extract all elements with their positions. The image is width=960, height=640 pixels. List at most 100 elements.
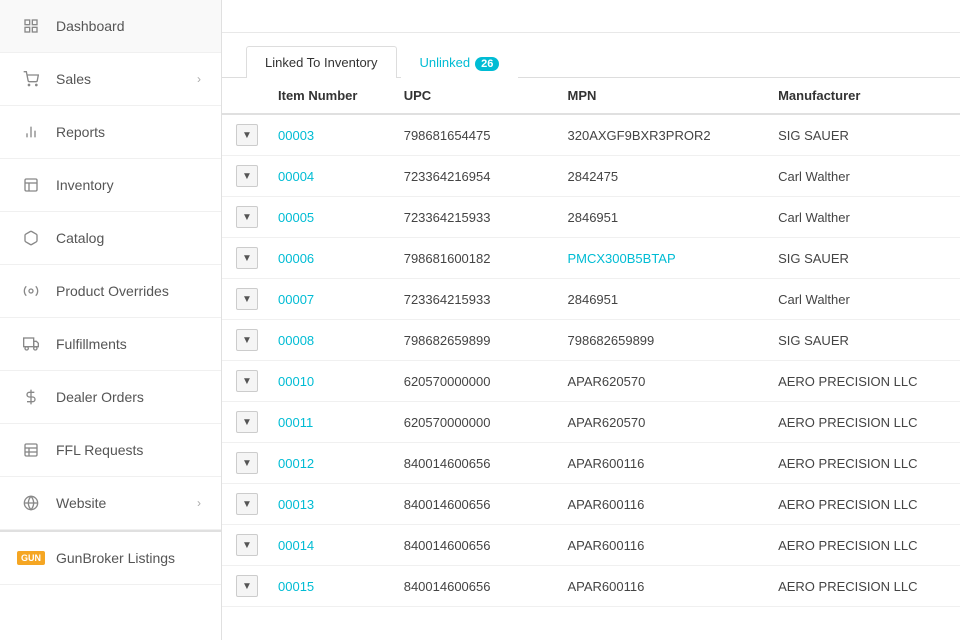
expand-button[interactable]: ▼ bbox=[236, 206, 258, 228]
cell-upc: 723364215933 bbox=[390, 279, 554, 320]
sidebar-item-label-sales: Sales bbox=[56, 71, 197, 87]
expand-button[interactable]: ▼ bbox=[236, 411, 258, 433]
expand-button[interactable]: ▼ bbox=[236, 288, 258, 310]
tab-linked[interactable]: Linked To Inventory bbox=[246, 46, 397, 78]
sidebar-item-label-gunbroker-listings: GunBroker Listings bbox=[56, 550, 201, 566]
table-row: ▼ 00003 798681654475320AXGF9BXR3PROR2SIG S… bbox=[222, 114, 960, 156]
sidebar-item-gunbroker-listings[interactable]: GUN GunBroker Listings bbox=[0, 530, 221, 585]
expand-cell: ▼ bbox=[222, 197, 264, 238]
item-number-link[interactable]: 00003 bbox=[278, 128, 314, 143]
item-number-link[interactable]: 00004 bbox=[278, 169, 314, 184]
main-content: Linked To InventoryUnlinked26 Item Numbe… bbox=[222, 0, 960, 640]
cell-mpn: 2846951 bbox=[554, 279, 765, 320]
cell-mpn: 2842475 bbox=[554, 156, 765, 197]
dashboard-icon bbox=[20, 18, 42, 34]
cell-mpn: APAR600116 bbox=[554, 525, 765, 566]
expand-cell: ▼ bbox=[222, 402, 264, 443]
expand-button[interactable]: ▼ bbox=[236, 575, 258, 597]
sidebar-item-catalog[interactable]: Catalog bbox=[0, 212, 221, 265]
sidebar-item-dealer-orders[interactable]: Dealer Orders bbox=[0, 371, 221, 424]
expand-button[interactable]: ▼ bbox=[236, 165, 258, 187]
cell-item-number: 00003 bbox=[264, 114, 390, 156]
sidebar-item-label-website: Website bbox=[56, 495, 197, 511]
sidebar-item-dashboard[interactable]: Dashboard bbox=[0, 0, 221, 53]
col-expand bbox=[222, 78, 264, 114]
cell-manufacturer: SIG SAUER bbox=[764, 114, 960, 156]
table-row: ▼000057233642159332846951Carl Walther bbox=[222, 197, 960, 238]
item-number-link[interactable]: 00006 bbox=[278, 251, 314, 266]
cell-upc: 798681654475 bbox=[390, 114, 554, 156]
expand-cell: ▼ bbox=[222, 484, 264, 525]
inventory-icon bbox=[20, 177, 42, 193]
cell-mpn: APAR620570 bbox=[554, 402, 765, 443]
table-row: ▼00012840014600656APAR600116AERO PRECISI… bbox=[222, 443, 960, 484]
cell-upc: 798681600182 bbox=[390, 238, 554, 279]
cell-manufacturer: AERO PRECISION LLC bbox=[764, 484, 960, 525]
cell-upc: 840014600656 bbox=[390, 525, 554, 566]
ffl-requests-icon bbox=[20, 442, 42, 458]
expand-button[interactable]: ▼ bbox=[236, 329, 258, 351]
mpn-link[interactable]: PMCX300B5BTAP bbox=[568, 251, 676, 266]
cell-manufacturer: AERO PRECISION LLC bbox=[764, 443, 960, 484]
sidebar-item-label-inventory: Inventory bbox=[56, 177, 201, 193]
cell-upc: 620570000000 bbox=[390, 402, 554, 443]
cell-manufacturer: SIG SAUER bbox=[764, 238, 960, 279]
sidebar-item-reports[interactable]: Reports bbox=[0, 106, 221, 159]
item-number-link[interactable]: 00015 bbox=[278, 579, 314, 594]
sidebar-item-website[interactable]: Website› bbox=[0, 477, 221, 530]
expand-cell: ▼ bbox=[222, 238, 264, 279]
sidebar-item-ffl-requests[interactable]: FFL Requests bbox=[0, 424, 221, 477]
item-number-link[interactable]: 00007 bbox=[278, 292, 314, 307]
cell-mpn: 320AXGF9BXR3PROR2 bbox=[554, 114, 765, 156]
sidebar-item-product-overrides[interactable]: Product Overrides bbox=[0, 265, 221, 318]
cell-item-number: 00005 bbox=[264, 197, 390, 238]
item-number-link[interactable]: 00013 bbox=[278, 497, 314, 512]
col-item-number: Item Number bbox=[264, 78, 390, 114]
expand-cell: ▼ bbox=[222, 525, 264, 566]
cell-item-number: 00013 bbox=[264, 484, 390, 525]
cell-item-number: 00012 bbox=[264, 443, 390, 484]
expand-button[interactable]: ▼ bbox=[236, 247, 258, 269]
sidebar-item-fulfillments[interactable]: Fulfillments bbox=[0, 318, 221, 371]
table-row: ▼000047233642169542842475Carl Walther bbox=[222, 156, 960, 197]
sidebar-item-label-reports: Reports bbox=[56, 124, 201, 140]
table-row: ▼00013840014600656APAR600116AERO PRECISI… bbox=[222, 484, 960, 525]
tab-unlinked[interactable]: Unlinked26 bbox=[401, 46, 519, 78]
item-number-link[interactable]: 00008 bbox=[278, 333, 314, 348]
cell-mpn: APAR600116 bbox=[554, 443, 765, 484]
table-row: ▼ 00011 620570000000APAR620570AERO PRECISI… bbox=[222, 402, 960, 443]
table-row: ▼00008798682659899798682659899SIG SAUER bbox=[222, 320, 960, 361]
expand-button[interactable]: ▼ bbox=[236, 534, 258, 556]
sidebar-item-sales[interactable]: Sales› bbox=[0, 53, 221, 106]
item-number-link[interactable]: 00005 bbox=[278, 210, 314, 225]
catalog-icon bbox=[20, 230, 42, 246]
cell-mpn: PMCX300B5BTAP bbox=[554, 238, 765, 279]
item-number-link[interactable]: 00010 bbox=[278, 374, 314, 389]
col-upc: UPC bbox=[390, 78, 554, 114]
expand-cell: ▼ bbox=[222, 361, 264, 402]
cell-item-number: 00006 bbox=[264, 238, 390, 279]
sidebar-item-inventory[interactable]: Inventory bbox=[0, 159, 221, 212]
expand-button[interactable]: ▼ bbox=[236, 124, 258, 146]
expand-button[interactable]: ▼ bbox=[236, 370, 258, 392]
expand-button[interactable]: ▼ bbox=[236, 493, 258, 515]
tabs-bar: Linked To InventoryUnlinked26 bbox=[222, 33, 960, 78]
sales-icon bbox=[20, 71, 42, 87]
expand-cell: ▼ bbox=[222, 279, 264, 320]
item-number-link[interactable]: 00014 bbox=[278, 538, 314, 553]
cell-item-number: 00007 bbox=[264, 279, 390, 320]
item-number-link[interactable]: 00012 bbox=[278, 456, 314, 471]
expand-cell: ▼ bbox=[222, 114, 264, 156]
expand-button[interactable]: ▼ bbox=[236, 452, 258, 474]
cell-manufacturer: AERO PRECISION LLC bbox=[764, 402, 960, 443]
expand-cell: ▼ bbox=[222, 566, 264, 607]
cell-upc: 840014600656 bbox=[390, 484, 554, 525]
items-table: Item Number UPC MPN Manufacturer ▼000037… bbox=[222, 78, 960, 607]
expand-cell: ▼ bbox=[222, 443, 264, 484]
item-number-link[interactable]: 00011 bbox=[278, 415, 313, 430]
table-row: ▼ 00006 798681600182 PMCX300B5BTAP SIG SAUER bbox=[222, 238, 960, 279]
sidebar-item-label-ffl-requests: FFL Requests bbox=[56, 442, 201, 458]
sidebar: DashboardSales› Reports Inventory CatalogPr… bbox=[0, 0, 222, 640]
cell-upc: 798682659899 bbox=[390, 320, 554, 361]
gunbroker-listings-icon: GUN bbox=[20, 551, 42, 565]
